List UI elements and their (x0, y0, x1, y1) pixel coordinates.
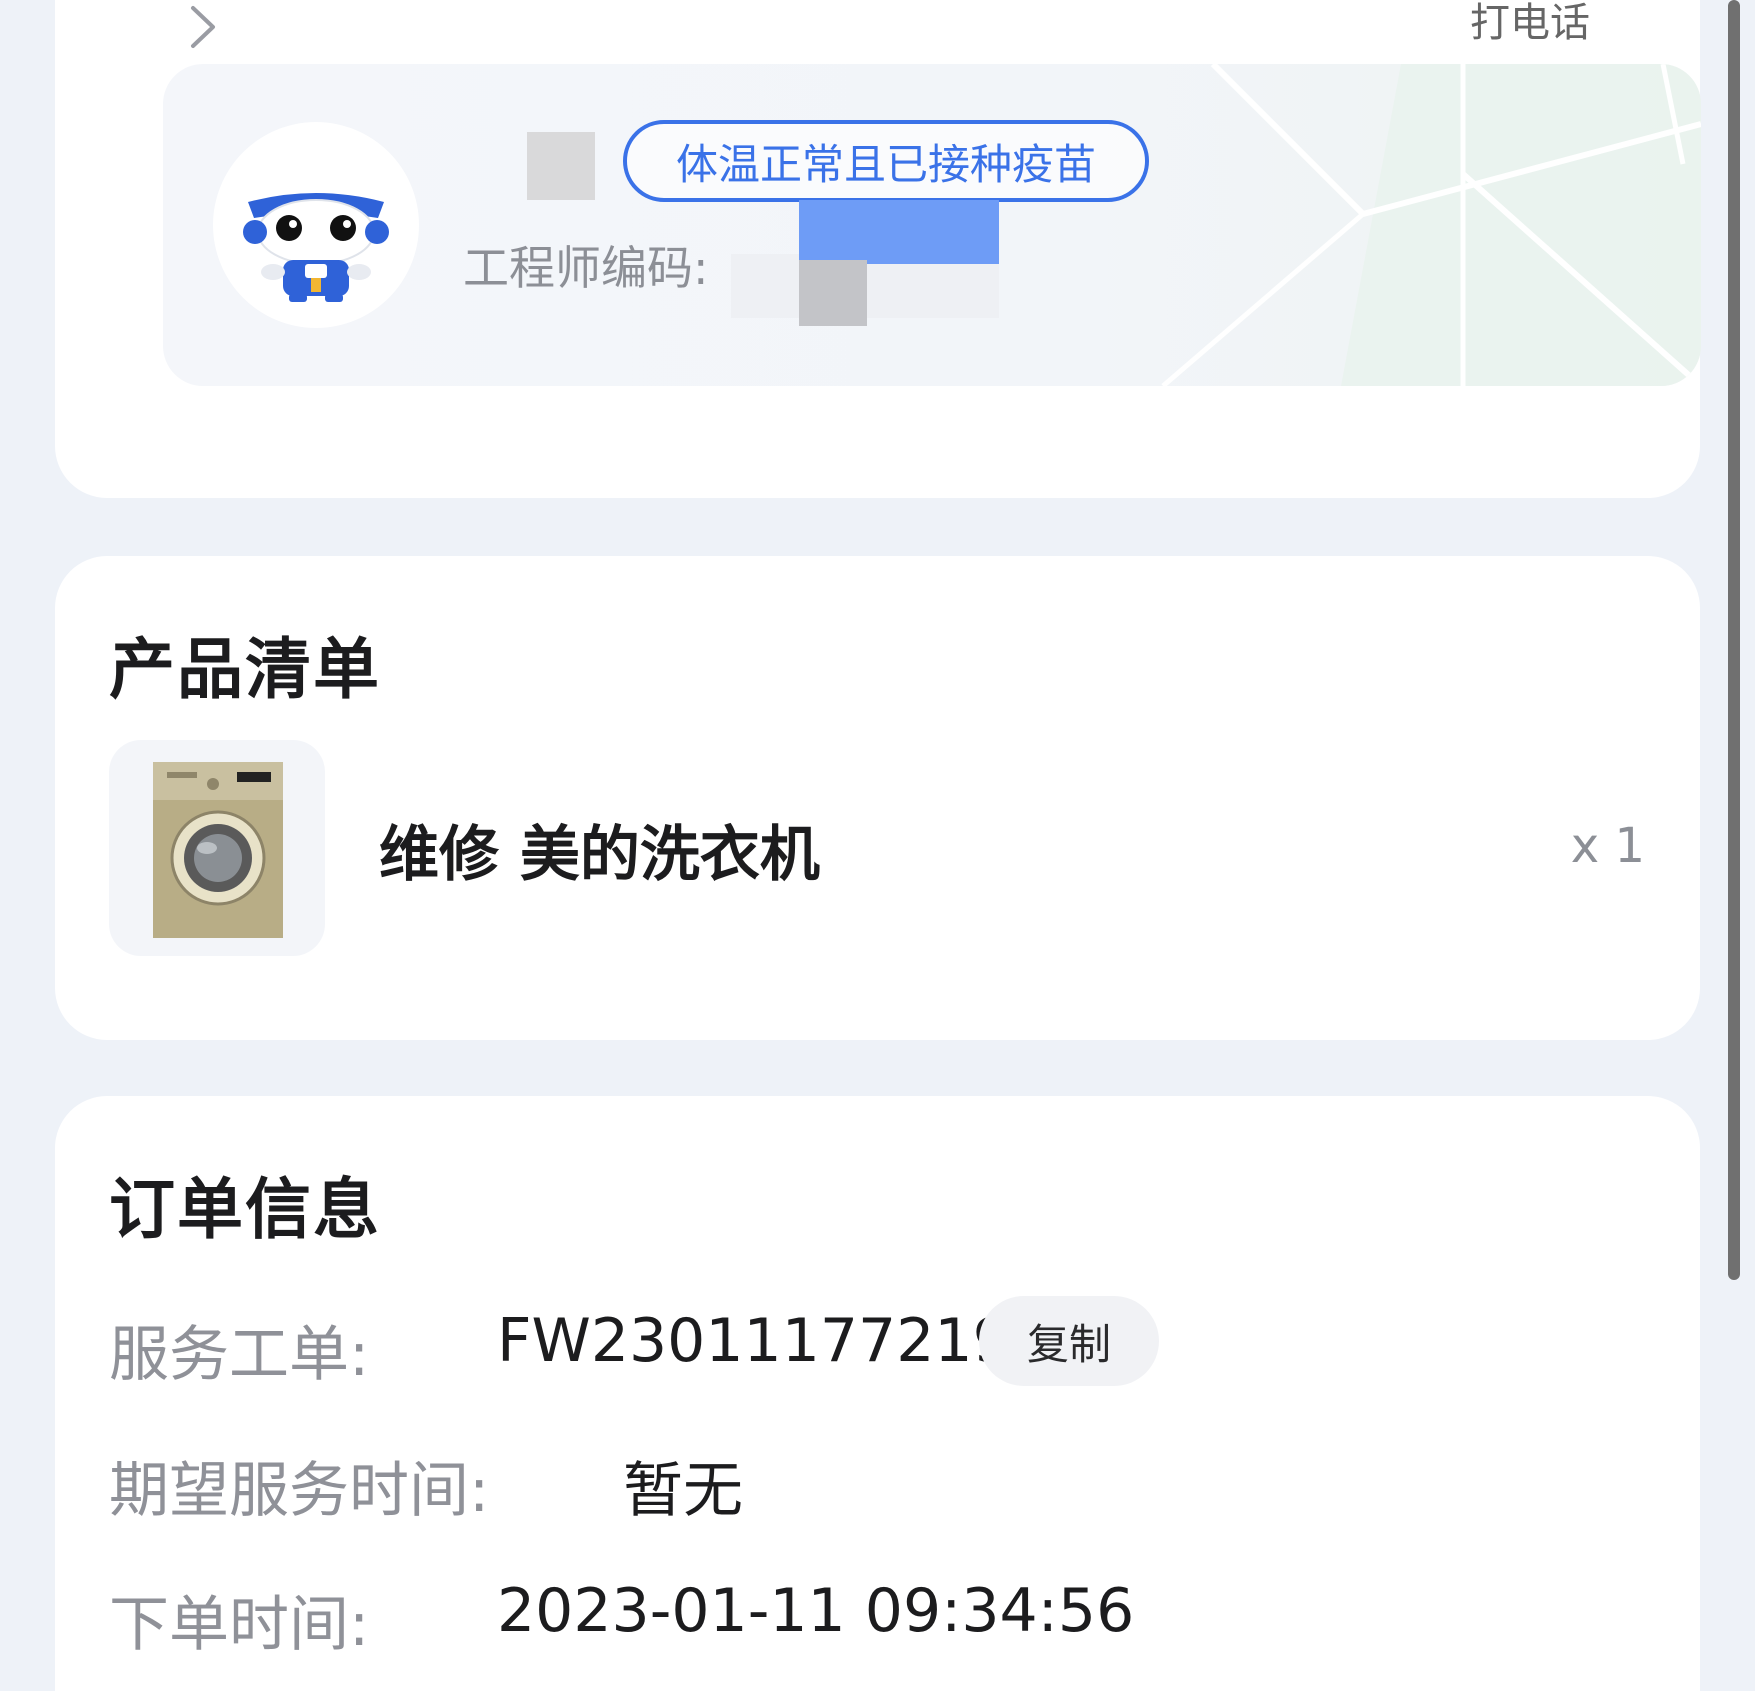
engineer-name-redacted (527, 132, 595, 200)
expected-time-label: 期望服务时间: (109, 1456, 490, 1526)
product-list-card: 产品清单 维修 美的洗衣机 x 1 (55, 556, 1700, 1040)
engineer-card: 打电话 体温正常且已接种疫苗 工程师编码: (55, 0, 1701, 498)
engineer-code-redacted-block (799, 260, 867, 326)
expected-time-row: 期望服务时间: 暂无 (109, 1442, 743, 1529)
engineer-code-redacted-highlight (799, 200, 999, 264)
call-link-text[interactable]: 打电话 (1470, 0, 1590, 48)
engineer-code-label: 工程师编码: (463, 232, 709, 298)
order-info-card: 订单信息 服务工单: FW230111772190 复制 期望服务时间: 暂无 … (55, 1096, 1700, 1691)
product-list-title: 产品清单 (109, 631, 381, 708)
robot-mascot-icon (243, 193, 389, 302)
engineer-avatar (213, 122, 419, 328)
washing-machine-image (109, 740, 325, 956)
scrollbar[interactable] (1728, 0, 1740, 1280)
order-time-row: 下单时间: 2023-01-11 09:34:56 (109, 1576, 1134, 1663)
copy-button[interactable]: 复制 (979, 1296, 1159, 1386)
product-item-name: 维修 美的洗衣机 (379, 820, 820, 890)
order-info-title: 订单信息 (109, 1171, 381, 1248)
product-item-qty: x 1 (1570, 818, 1645, 874)
service-order-value: FW230111772190 (497, 1306, 1049, 1376)
engineer-info-box: 体温正常且已接种疫苗 工程师编码: (163, 64, 1701, 386)
order-time-label: 下单时间: (109, 1590, 370, 1660)
washing-machine-icon (153, 762, 283, 938)
vaccine-status-badge: 体温正常且已接种疫苗 (623, 120, 1149, 202)
engineer-code-label-text: 工程师编码: (463, 241, 709, 295)
chevron-right-icon[interactable] (183, 2, 223, 52)
service-order-row: 服务工单: FW230111772190 (109, 1306, 1049, 1393)
order-time-value: 2023-01-11 09:34:56 (497, 1576, 1135, 1646)
service-order-label: 服务工单: (109, 1320, 370, 1390)
page: 打电话 体温正常且已接种疫苗 工程师编码: 产品清单 维修 美的洗衣机 x 1 … (0, 0, 1755, 1691)
expected-time-value: 暂无 (623, 1456, 743, 1526)
